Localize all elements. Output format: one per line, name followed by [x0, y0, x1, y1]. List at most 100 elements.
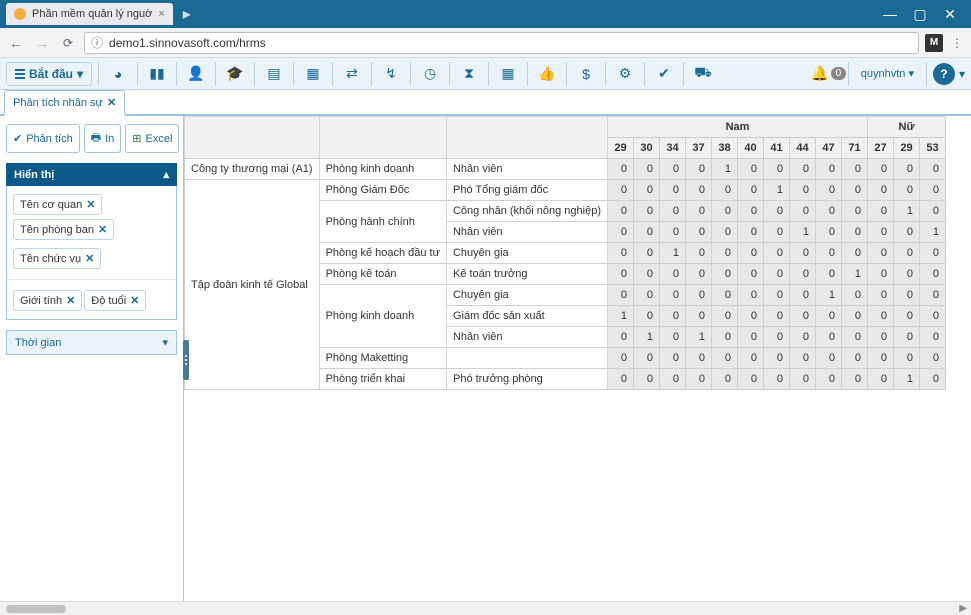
- value-cell: 0: [660, 159, 686, 180]
- notifications-button[interactable]: 🔔0: [816, 61, 842, 87]
- title-cell: Nhân viên: [446, 159, 607, 180]
- forward-button[interactable]: →: [32, 35, 52, 51]
- sidebar-drag-handle[interactable]: [183, 340, 189, 380]
- value-cell: 0: [816, 159, 842, 180]
- display-panel-header[interactable]: Hiển thị ▴: [6, 163, 177, 186]
- value-cell: 0: [790, 327, 816, 348]
- value-cell: 0: [842, 159, 868, 180]
- analyze-button[interactable]: ✔Phân tích: [6, 124, 80, 153]
- value-cell: 0: [790, 264, 816, 285]
- data-table: Nam Nữ 29303437384041444771272953 Công t…: [184, 116, 946, 390]
- graduation-icon[interactable]: 🎓: [222, 61, 248, 87]
- url-input[interactable]: ⓘ demo1.sinnovasoft.com/hrms: [84, 32, 919, 54]
- value-cell: 0: [660, 264, 686, 285]
- minimize-button[interactable]: —: [875, 6, 905, 22]
- value-cell: 0: [842, 243, 868, 264]
- browser-tab[interactable]: Phần mềm quản lý nguờ ×: [6, 3, 173, 25]
- value-cell: 0: [660, 285, 686, 306]
- value-cell: 0: [608, 243, 634, 264]
- value-cell: 0: [816, 264, 842, 285]
- value-cell: 0: [686, 243, 712, 264]
- title-cell: Phó trưởng phòng: [446, 369, 607, 390]
- tab-title: Phần mềm quản lý nguờ: [32, 8, 152, 20]
- value-cell: 0: [816, 369, 842, 390]
- value-cell: 0: [790, 369, 816, 390]
- scroll-right-arrow[interactable]: ▶: [959, 603, 967, 614]
- clock-icon[interactable]: ◷: [417, 61, 443, 87]
- chart-icon[interactable]: ▮▮: [144, 61, 170, 87]
- value-cell: 0: [842, 222, 868, 243]
- check-icon[interactable]: ✔: [651, 61, 677, 87]
- value-cell: 0: [608, 222, 634, 243]
- filter-chip[interactable]: Tên chức vụ ✕: [13, 248, 101, 269]
- close-icon[interactable]: ✕: [66, 294, 75, 307]
- filter-chip[interactable]: Tên phòng ban ✕: [13, 219, 114, 240]
- value-cell: 0: [894, 327, 920, 348]
- close-icon[interactable]: ✕: [98, 223, 107, 236]
- chip-label: Tên phòng ban: [20, 224, 94, 236]
- dollar-icon[interactable]: $: [573, 61, 599, 87]
- value-cell: 0: [738, 285, 764, 306]
- back-button[interactable]: ←: [6, 35, 26, 51]
- title-cell: Giám đốc sản xuất: [446, 306, 607, 327]
- excel-button[interactable]: ⊞Excel: [125, 124, 179, 153]
- grid-icon[interactable]: ▦: [300, 61, 326, 87]
- user-icon[interactable]: 👤: [183, 61, 209, 87]
- value-cell: 0: [920, 201, 946, 222]
- print-button[interactable]: 🖶In: [84, 124, 122, 153]
- maximize-button[interactable]: ▢: [905, 6, 935, 23]
- close-window-button[interactable]: ✕: [935, 6, 965, 23]
- value-cell: 0: [686, 285, 712, 306]
- value-cell: 0: [738, 348, 764, 369]
- refresh-icon[interactable]: ↯: [378, 61, 404, 87]
- close-icon[interactable]: ✕: [107, 96, 116, 109]
- table-icon[interactable]: ▦: [495, 61, 521, 87]
- filter-chip[interactable]: Độ tuổi✕: [84, 290, 146, 311]
- time-panel-header[interactable]: Thời gian ▾: [6, 330, 177, 355]
- filter-chip[interactable]: Tên cơ quan✕: [13, 194, 102, 215]
- value-cell: 0: [790, 348, 816, 369]
- horizontal-scrollbar[interactable]: ▶: [0, 601, 971, 615]
- user-gear-icon[interactable]: ⚙: [612, 61, 638, 87]
- start-menu-button[interactable]: Bắt đầu ▾: [6, 62, 92, 86]
- title-cell: Phó Tổng giám đốc: [446, 180, 607, 201]
- user-menu[interactable]: quynhvtn ▾: [855, 67, 920, 80]
- new-tab-button[interactable]: ▸: [183, 4, 191, 24]
- tab-analysis[interactable]: Phân tích nhân sự ✕: [4, 90, 125, 116]
- dashboard-icon[interactable]: ◕: [105, 61, 131, 87]
- scrollbar-thumb[interactable]: [6, 605, 66, 613]
- truck-icon[interactable]: ⛟: [690, 61, 716, 87]
- close-icon[interactable]: ✕: [86, 198, 95, 211]
- value-cell: 0: [790, 243, 816, 264]
- value-cell: 0: [738, 159, 764, 180]
- value-cell: 0: [894, 180, 920, 201]
- extension-badge[interactable]: M: [925, 34, 943, 52]
- filter-chip[interactable]: Giới tính✕: [13, 290, 82, 311]
- value-cell: 0: [842, 180, 868, 201]
- age-header: 40: [738, 138, 764, 159]
- value-cell: 0: [608, 369, 634, 390]
- close-icon[interactable]: ×: [158, 8, 164, 20]
- hourglass-icon[interactable]: ⧗: [456, 61, 482, 87]
- value-cell: 0: [842, 285, 868, 306]
- close-icon[interactable]: ✕: [130, 294, 139, 307]
- help-button[interactable]: ?: [933, 63, 955, 85]
- notif-badge: 0: [831, 67, 847, 80]
- age-header: 47: [816, 138, 842, 159]
- thumbs-icon[interactable]: 👍: [534, 61, 560, 87]
- chip-label: Tên chức vụ: [20, 253, 81, 265]
- start-label: Bắt đầu: [29, 67, 73, 81]
- browser-menu-icon[interactable]: ⋮: [949, 36, 965, 50]
- value-cell: 0: [712, 369, 738, 390]
- card-icon[interactable]: ▤: [261, 61, 287, 87]
- close-icon[interactable]: ✕: [85, 252, 94, 265]
- value-cell: 0: [686, 222, 712, 243]
- site-info-icon[interactable]: ⓘ: [91, 34, 103, 51]
- age-header: 53: [920, 138, 946, 159]
- value-cell: 0: [712, 348, 738, 369]
- browser-addressbar: ← → ⟳ ⓘ demo1.sinnovasoft.com/hrms M ⋮: [0, 28, 971, 58]
- swap-icon[interactable]: ⇄: [339, 61, 365, 87]
- reload-button[interactable]: ⟳: [58, 36, 78, 50]
- age-header: 27: [868, 138, 894, 159]
- value-cell: 0: [868, 348, 894, 369]
